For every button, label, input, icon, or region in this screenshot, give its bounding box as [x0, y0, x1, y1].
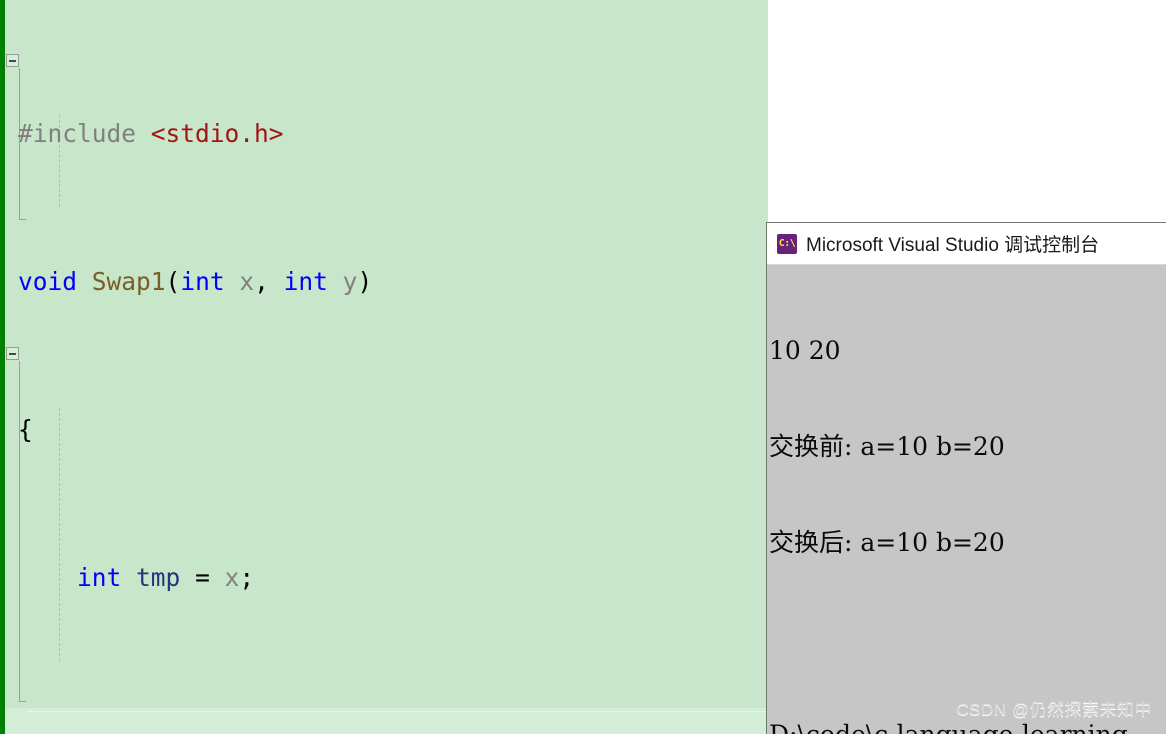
console-line-3: 交换后: a=10 b=20 [769, 528, 1005, 557]
token-semicolon-1: ; [239, 563, 255, 592]
csdn-watermark: CSDN @仍然探索未知中 [956, 700, 1152, 719]
token-keyword-int: int [180, 267, 225, 296]
console-window[interactable]: C:\ Microsoft Visual Studio 调试控制台 10 20 … [766, 222, 1166, 734]
code-editor-pane[interactable]: #include <stdio.h> void Swap1(int x, int… [0, 0, 768, 734]
console-output-area[interactable]: 10 20 交换前: a=10 b=20 交换后: a=10 b=20 D:\c… [767, 265, 1166, 734]
console-line-4-blank [769, 623, 1166, 655]
console-line-5: D:\code\c-language-learning [769, 719, 1166, 734]
token-paren-open: ( [165, 267, 181, 296]
token-comma: , [254, 267, 269, 296]
token-param-x-2: x [224, 563, 240, 592]
code-line-2: void Swap1(int x, int y) [0, 263, 768, 300]
token-local-tmp: tmp [136, 563, 181, 592]
cmd-prompt-icon: C:\ [777, 233, 797, 254]
console-line-1: 10 20 [769, 336, 841, 365]
token-param-x: x [239, 267, 255, 296]
token-keyword-void: void [18, 267, 78, 296]
token-assign-1: = [195, 563, 210, 592]
token-keyword-int-3: int [77, 563, 122, 592]
token-keyword-int-2: int [283, 267, 328, 296]
console-title: Microsoft Visual Studio 调试控制台 [806, 235, 1100, 256]
code-text-area[interactable]: #include <stdio.h> void Swap1(int x, int… [0, 0, 768, 734]
console-line-2: 交换前: a=10 b=20 [769, 432, 1005, 461]
editor-bottom-panel [0, 708, 768, 734]
console-titlebar[interactable]: C:\ Microsoft Visual Studio 调试控制台 [767, 223, 1166, 265]
editor-bottom-panel-inner [27, 711, 768, 734]
token-include-directive: #include [18, 119, 137, 148]
token-function-swap1: Swap1 [91, 267, 166, 296]
code-line-4: int tmp = x; [0, 559, 768, 596]
code-line-1: #include <stdio.h> [0, 115, 768, 152]
change-bar-bottom-extension [0, 708, 5, 734]
token-brace-open-swap1: { [18, 415, 33, 444]
token-param-y: y [342, 267, 358, 296]
token-paren-close: ) [357, 267, 373, 296]
code-line-3: { [0, 411, 768, 448]
token-header-name: <stdio.h> [150, 119, 284, 148]
